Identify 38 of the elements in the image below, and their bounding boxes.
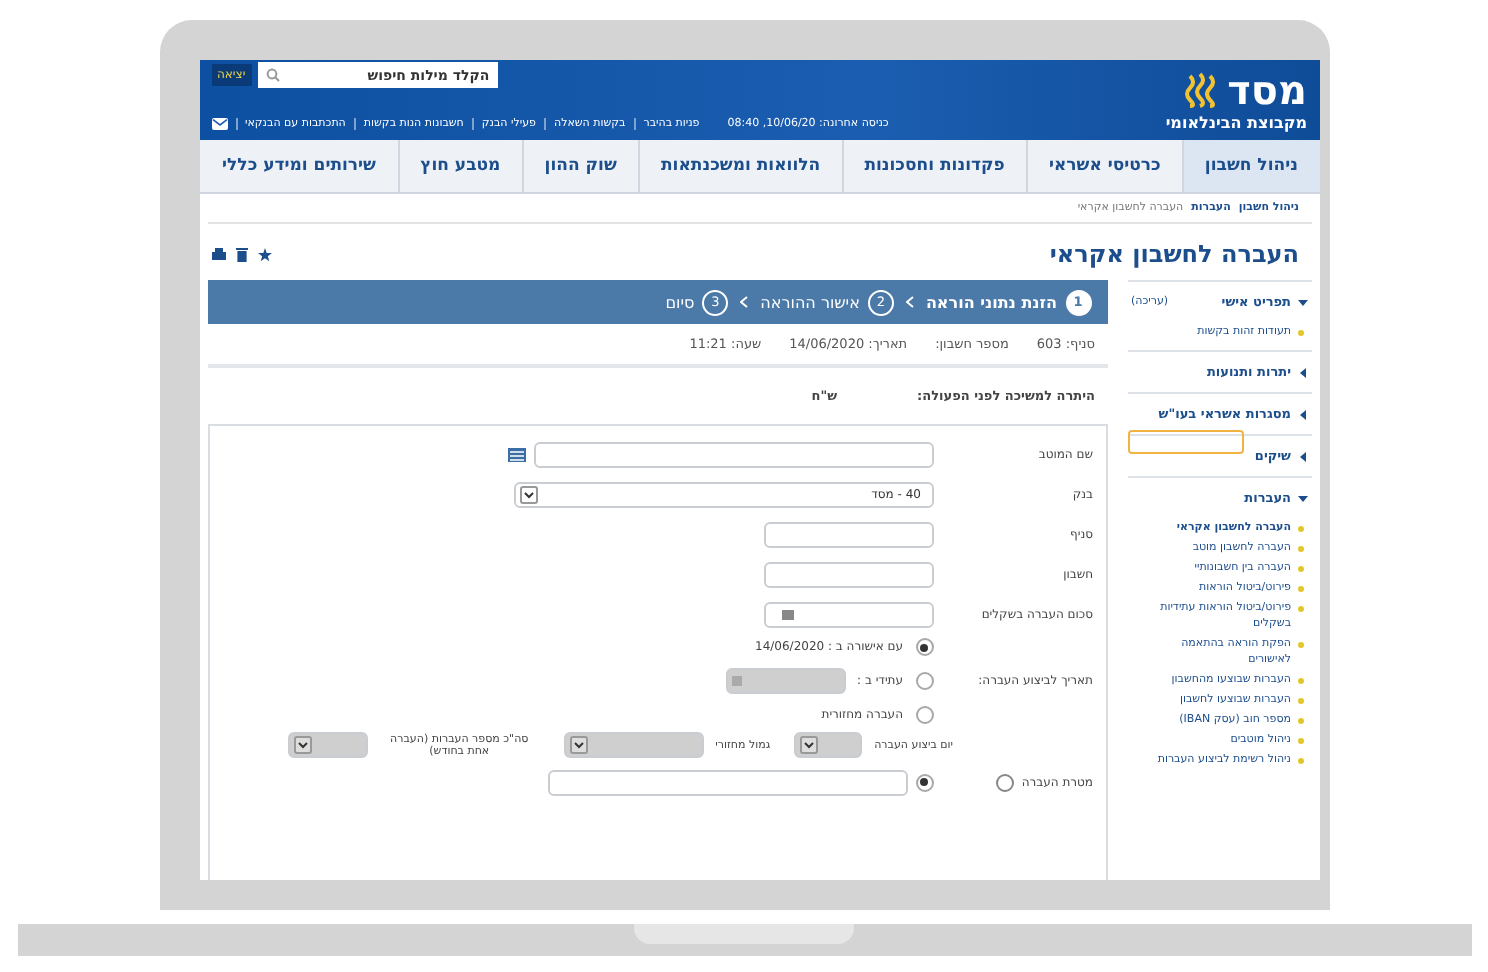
- focus-outline: [1127, 430, 1243, 454]
- input-field[interactable]: [763, 521, 933, 547]
- search-icon[interactable]: [265, 68, 280, 82]
- logo-subtitle: מקבוצת הבינלאומי: [1165, 113, 1307, 131]
- logo-icon: [1183, 71, 1220, 107]
- caret-left-icon: [1297, 451, 1307, 461]
- caret-left-icon: [1297, 367, 1307, 377]
- amount-field[interactable]: [763, 601, 933, 627]
- caret-icon: [519, 485, 537, 503]
- purpose-field[interactable]: [547, 769, 907, 795]
- radio-button[interactable]: [915, 706, 933, 724]
- radio-button[interactable]: [915, 638, 933, 656]
- chevron-icon: [740, 296, 749, 308]
- print-icon[interactable]: [211, 247, 225, 261]
- caret-icon: [293, 736, 312, 754]
- list-icon[interactable]: [507, 447, 525, 461]
- mail-icon[interactable]: [211, 118, 227, 130]
- caret-left-icon: [1297, 409, 1307, 419]
- nav-tab[interactable]: שוק ההון: [521, 140, 638, 192]
- radio-button[interactable]: [915, 773, 933, 791]
- nav-tab[interactable]: שירותים ומידע כללי: [199, 140, 398, 192]
- caret-down-icon: [1297, 297, 1307, 307]
- trash-icon[interactable]: [235, 247, 247, 261]
- input-field[interactable]: [763, 561, 933, 587]
- payee-field[interactable]: [533, 441, 933, 467]
- nav-tab[interactable]: הלוואות ומשכנתאות: [637, 140, 842, 192]
- chevron-icon: [905, 296, 914, 308]
- caret-down-icon: [1297, 493, 1307, 503]
- nav-tab[interactable]: מטבע חוץ: [397, 140, 522, 192]
- caret-icon: [800, 736, 819, 754]
- nav-tab[interactable]: ניהול חשבון: [1181, 140, 1319, 192]
- caret-icon: [569, 736, 588, 754]
- logo-text: מסד: [1227, 69, 1307, 109]
- radio-button[interactable]: [915, 672, 933, 690]
- page-title: העברה לחשבון אקראי: [1049, 240, 1299, 268]
- star-icon[interactable]: [257, 247, 271, 261]
- nav-tab[interactable]: כרטיסי אשראי: [1025, 140, 1182, 192]
- nav-tab[interactable]: פקדונות וחסכונות: [841, 140, 1026, 192]
